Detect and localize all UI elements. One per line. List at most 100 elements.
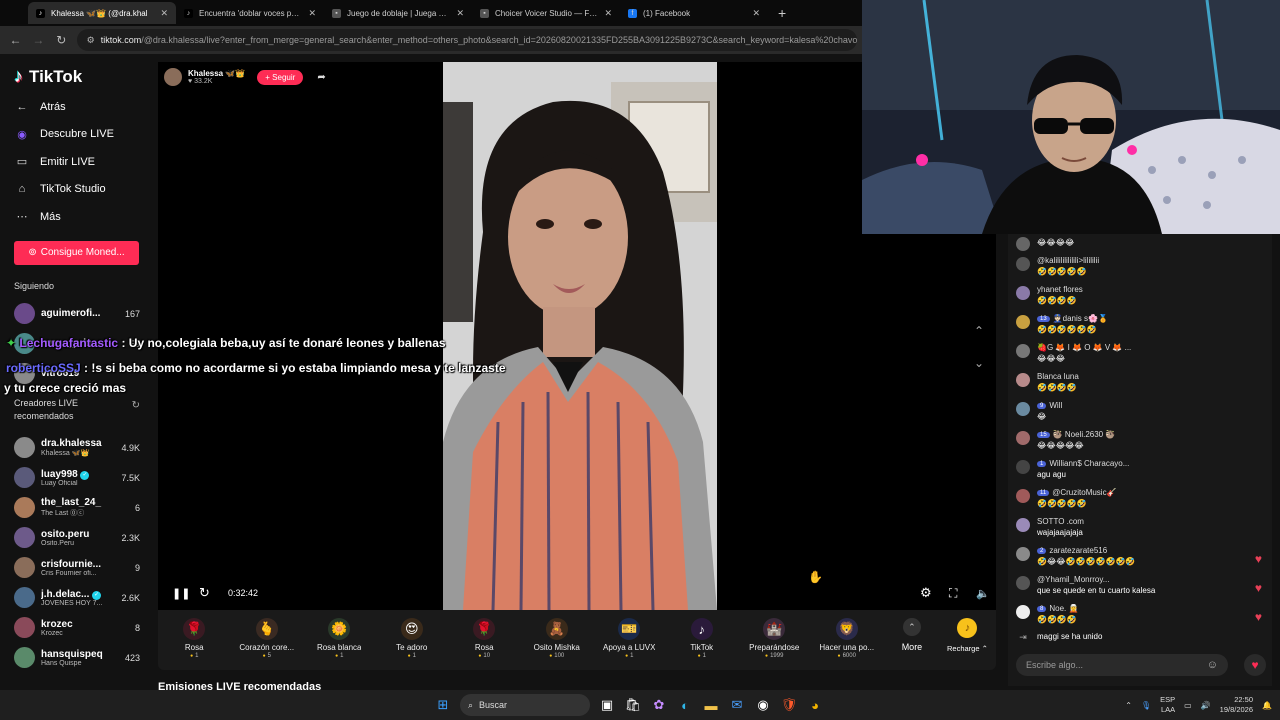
network-icon[interactable]: ▭: [1184, 701, 1192, 710]
avatar[interactable]: [14, 617, 35, 638]
close-tab-icon[interactable]: ✕: [160, 8, 168, 19]
sidebar-item-emitir-live[interactable]: ▭ Emitir LIVE: [14, 148, 140, 176]
account-item[interactable]: osito.peru Osito.Peru 2.3K: [14, 523, 140, 553]
get-coins-button[interactable]: ⊚ Consigue Moned...: [14, 240, 139, 265]
avatar[interactable]: [14, 647, 35, 668]
gift-item[interactable]: 🌹 Rosa1: [158, 618, 231, 659]
address-bar[interactable]: ⚙ tiktok.com/@dra.khalessa/live?enter_fr…: [76, 29, 857, 51]
chat-input[interactable]: Escribe algo... ☺: [1016, 654, 1228, 676]
avatar[interactable]: [14, 557, 35, 578]
avatar[interactable]: [14, 467, 35, 488]
sidebar-item-tiktok-studio[interactable]: ⌂ TikTok Studio: [14, 176, 140, 204]
avatar[interactable]: [14, 587, 35, 608]
task-view-icon[interactable]: ▣: [594, 692, 620, 718]
file-explorer-icon[interactable]: ▬: [698, 692, 724, 718]
tray-chevron-icon[interactable]: ⌃: [1125, 701, 1132, 710]
chat-avatar[interactable]: [1016, 460, 1030, 474]
site-info-icon[interactable]: ⚙: [87, 35, 95, 46]
chat-username[interactable]: 13 👮🏻danis s🌸🏅: [1037, 314, 1266, 323]
close-tab-icon[interactable]: ✕: [308, 8, 316, 19]
live-video[interactable]: [443, 62, 717, 610]
account-item[interactable]: j.h.delac... ✓ JÓVENES HOY 7... 2.6K: [14, 583, 140, 613]
back-arrow-icon[interactable]: ←: [8, 33, 23, 47]
forward-arrow-icon[interactable]: →: [31, 33, 46, 47]
chat-username[interactable]: 2 zaratezarate516: [1037, 546, 1266, 555]
host-info[interactable]: Khalessa 🦋👑 ♥ 33.2K + Seguir ➦: [164, 68, 326, 86]
back-link[interactable]: ← Atrás: [14, 93, 140, 121]
chat-username[interactable]: Blanca luna: [1037, 372, 1266, 381]
chat-avatar[interactable]: [1016, 237, 1030, 251]
sidebar-item-más[interactable]: ⋯ Más: [14, 203, 140, 231]
gift-item[interactable]: 🫰 Corazón core...5: [231, 618, 304, 659]
taskbar-search[interactable]: ⌕ Buscar: [460, 694, 590, 716]
avatar[interactable]: [14, 497, 35, 518]
like-heart-button[interactable]: ♥: [1244, 654, 1266, 676]
speaker-icon[interactable]: 🔊: [1201, 701, 1211, 710]
browser-tab[interactable]: ▪ Juego de doblaje | Juega a Cho ✕: [324, 2, 472, 24]
account-item[interactable]: aguimerofi... 167: [14, 299, 140, 329]
gift-item[interactable]: 🌹 Rosa10: [448, 618, 521, 659]
sidebar-item-descubre-live[interactable]: ◉ Descubre LIVE: [14, 121, 140, 149]
chat-avatar[interactable]: [1016, 547, 1030, 561]
chat-avatar[interactable]: [1016, 402, 1030, 416]
chevron-down-icon[interactable]: ⌄: [974, 356, 984, 370]
gift-item[interactable]: 🦁 Hacer una po...6000: [811, 618, 884, 659]
account-item[interactable]: luay998 ✓ Luay Oficial 7.5K: [14, 463, 140, 493]
chat-avatar[interactable]: [1016, 373, 1030, 387]
account-item[interactable]: krozec Krozec 8: [14, 613, 140, 643]
avatar[interactable]: [14, 437, 35, 458]
tiktok-logo[interactable]: ♪ TikTok: [14, 66, 140, 87]
browser-tab[interactable]: ♪ Khalessa 🦋👑 (@dra.khal ✕: [28, 2, 176, 24]
refresh-icon[interactable]: ↻: [132, 399, 140, 412]
chat-avatar[interactable]: [1016, 431, 1030, 445]
host-avatar[interactable]: [164, 68, 182, 86]
reload-icon[interactable]: ↻: [54, 33, 69, 47]
new-tab-icon[interactable]: +: [768, 5, 796, 21]
chat-username[interactable]: SOTTO .com: [1037, 517, 1266, 526]
more-gifts-button[interactable]: ⌃ More: [891, 618, 933, 652]
copilot-icon[interactable]: ✿: [646, 692, 672, 718]
account-item[interactable]: dra.khalessa Khalessa 🦋👑 4.9K: [14, 433, 140, 463]
chat-avatar[interactable]: [1016, 605, 1030, 619]
emoji-icon[interactable]: ☺: [1207, 659, 1218, 671]
refresh-stream-icon[interactable]: ↻: [199, 585, 210, 601]
close-tab-icon[interactable]: ✕: [604, 8, 612, 19]
chat-username[interactable]: @kalilililililili>lilililii: [1037, 256, 1266, 265]
chat-username[interactable]: 8 Noe. 🧝: [1037, 604, 1266, 613]
chat-username[interactable]: yhanet flores: [1037, 285, 1266, 294]
pause-icon[interactable]: ❚❚: [172, 587, 190, 600]
obs-icon[interactable]: ◉: [750, 692, 776, 718]
gift-item[interactable]: 🌼 Rosa blanca1: [303, 618, 376, 659]
chat-username[interactable]: @Yhamil_Monrroy...: [1037, 575, 1266, 584]
gift-item[interactable]: 😍 Te adoro1: [376, 618, 449, 659]
chat-avatar[interactable]: [1016, 286, 1030, 300]
mail-icon[interactable]: ✉: [724, 692, 750, 718]
chat-avatar[interactable]: [1016, 344, 1030, 358]
keyboard-language[interactable]: ESP LAA: [1160, 695, 1175, 715]
browser-tab[interactable]: f (1) Facebook ✕: [620, 2, 768, 24]
gift-item[interactable]: 🎫 Apoya a LUVX1: [593, 618, 666, 659]
close-tab-icon[interactable]: ✕: [456, 8, 464, 19]
clock[interactable]: 22:50 19/8/2026: [1220, 695, 1253, 715]
chat-avatar[interactable]: [1016, 315, 1030, 329]
mic-icon[interactable]: 🎙: [1141, 701, 1151, 710]
chat-username[interactable]: 1 Williann$ Characayo...: [1037, 459, 1266, 468]
chat-avatar[interactable]: [1016, 576, 1030, 590]
join-user[interactable]: maggi: [1037, 632, 1059, 641]
gift-item[interactable]: 🏰 Preparándose1999: [738, 618, 811, 659]
settings-gear-icon[interactable]: ⚙: [920, 585, 932, 601]
chat-username[interactable]: 15 🦥 Noeli.2630 🦥: [1037, 430, 1266, 439]
share-icon[interactable]: ➦: [317, 72, 325, 83]
brave-icon[interactable]: 🛡: [776, 692, 802, 718]
store-icon[interactable]: 🛍: [620, 692, 646, 718]
notification-bell-icon[interactable]: 🔔: [1262, 701, 1272, 710]
chat-username[interactable]: 11 @CruzitoMusic🎸: [1037, 488, 1266, 497]
gift-item[interactable]: 🧸 Osito Mishka100: [521, 618, 594, 659]
chevron-up-icon[interactable]: ⌃: [974, 324, 984, 338]
account-item[interactable]: hansquispeq Hans Quispe 423: [14, 643, 140, 673]
fullscreen-icon[interactable]: ⛶: [949, 586, 957, 601]
chrome-icon[interactable]: ◕: [802, 692, 828, 718]
chat-username[interactable]: 9 Will: [1037, 401, 1266, 410]
account-item[interactable]: the_last_24_ The Last ⓪ⓒ 6: [14, 493, 140, 523]
account-item[interactable]: crisfournie... Cris Fournier ofi... 9: [14, 553, 140, 583]
